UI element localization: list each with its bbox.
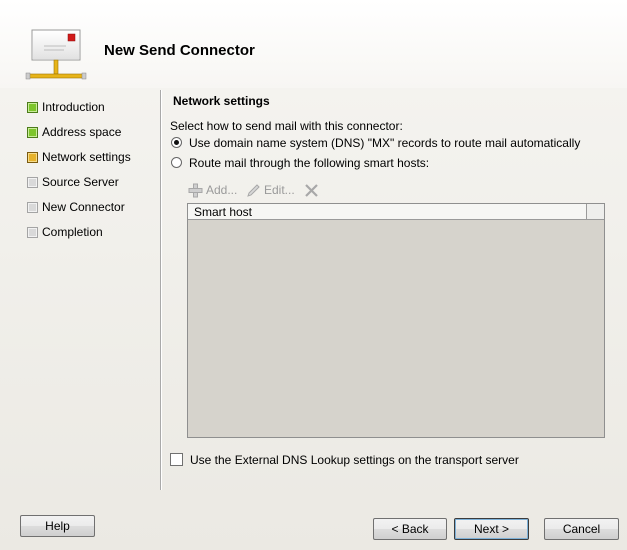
- back-button[interactable]: < Back: [373, 518, 447, 540]
- cancel-button[interactable]: Cancel: [544, 518, 619, 540]
- step-completion: Completion: [27, 224, 103, 240]
- step-label: Source Server: [42, 175, 119, 189]
- step-current-icon: [27, 151, 38, 163]
- step-label: Introduction: [42, 100, 105, 114]
- dns-mx-label[interactable]: Use domain name system (DNS) "MX" record…: [189, 136, 580, 150]
- pencil-icon: [247, 183, 260, 197]
- section-title: Network settings: [173, 94, 270, 108]
- step-complete-icon: [27, 126, 38, 138]
- step-label: Completion: [42, 225, 103, 239]
- add-icon: [188, 183, 203, 197]
- add-smart-host-button[interactable]: Add...: [188, 182, 237, 198]
- new-send-connector-wizard: New Send Connector Introduction Address …: [0, 0, 627, 550]
- step-pending-icon: [27, 176, 38, 188]
- step-network-settings: Network settings: [27, 149, 131, 165]
- smart-host-radio[interactable]: [171, 157, 182, 168]
- step-label: Address space: [42, 125, 122, 139]
- next-button[interactable]: Next >: [454, 518, 529, 540]
- edit-smart-host-button[interactable]: Edit...: [246, 182, 295, 198]
- smart-host-label[interactable]: Route mail through the following smart h…: [189, 156, 429, 170]
- external-dns-label[interactable]: Use the External DNS Lookup settings on …: [190, 453, 519, 467]
- smart-host-grid[interactable]: Smart host: [187, 203, 605, 438]
- step-source-server: Source Server: [27, 174, 119, 190]
- send-connector-icon: [24, 22, 88, 86]
- add-label: Add...: [206, 183, 238, 197]
- help-button[interactable]: Help: [20, 515, 95, 537]
- grid-header-filler: [586, 204, 604, 220]
- step-pending-icon: [27, 226, 38, 238]
- edit-label: Edit...: [264, 183, 295, 197]
- remove-smart-host-button[interactable]: [304, 182, 322, 198]
- step-introduction: Introduction: [27, 99, 105, 115]
- step-pending-icon: [27, 201, 38, 213]
- wizard-header: New Send Connector: [0, 0, 627, 88]
- step-complete-icon: [27, 101, 38, 113]
- wizard-title: New Send Connector: [104, 42, 255, 59]
- column-header-smart-host[interactable]: Smart host: [194, 205, 252, 219]
- step-divider: [160, 90, 161, 490]
- external-dns-checkbox[interactable]: [170, 453, 183, 466]
- dns-mx-radio[interactable]: [171, 137, 182, 148]
- step-new-connector: New Connector: [27, 199, 125, 215]
- routing-prompt: Select how to send mail with this connec…: [170, 119, 403, 133]
- step-label: New Connector: [42, 200, 125, 214]
- delete-x-icon: [305, 183, 318, 197]
- step-label: Network settings: [42, 150, 131, 164]
- step-address-space: Address space: [27, 124, 121, 140]
- grid-header: Smart host: [188, 204, 586, 220]
